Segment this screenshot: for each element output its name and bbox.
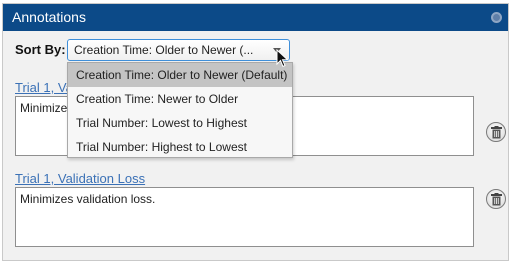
sort-option[interactable]: Creation Time: Older to Newer (Default) <box>68 63 292 87</box>
trash-icon-graphic <box>491 193 502 206</box>
trash-icon[interactable] <box>486 189 506 209</box>
annotation-note[interactable]: Minimizes validation loss. <box>15 187 474 247</box>
trash-icon[interactable] <box>486 122 506 142</box>
sort-select[interactable]: Creation Time: Older to Newer (... <box>67 39 290 61</box>
annotation-title[interactable]: Trial 1, Validation Loss <box>15 171 145 186</box>
sort-label: Sort By: <box>15 42 66 57</box>
gear-icon[interactable] <box>491 12 502 23</box>
sort-select-value: Creation Time: Older to Newer (... <box>74 43 254 57</box>
annotation-note-text: Minimizes validation loss. <box>20 192 156 206</box>
sort-option[interactable]: Creation Time: Newer to Older <box>68 87 292 111</box>
annotation-title[interactable]: Trial 1, Va <box>15 80 73 95</box>
panel-title: Annotations <box>12 9 86 25</box>
panel-titlebar: Annotations <box>3 4 508 31</box>
mouse-cursor-icon <box>276 49 289 68</box>
trash-icon-graphic <box>491 126 502 139</box>
annotation-note-text: Minimizes <box>20 101 74 115</box>
sort-option[interactable]: Trial Number: Lowest to Highest <box>68 111 292 135</box>
sort-dropdown-list: Creation Time: Older to Newer (Default) … <box>67 62 293 158</box>
sort-option[interactable]: Trial Number: Highest to Lowest <box>68 135 292 159</box>
